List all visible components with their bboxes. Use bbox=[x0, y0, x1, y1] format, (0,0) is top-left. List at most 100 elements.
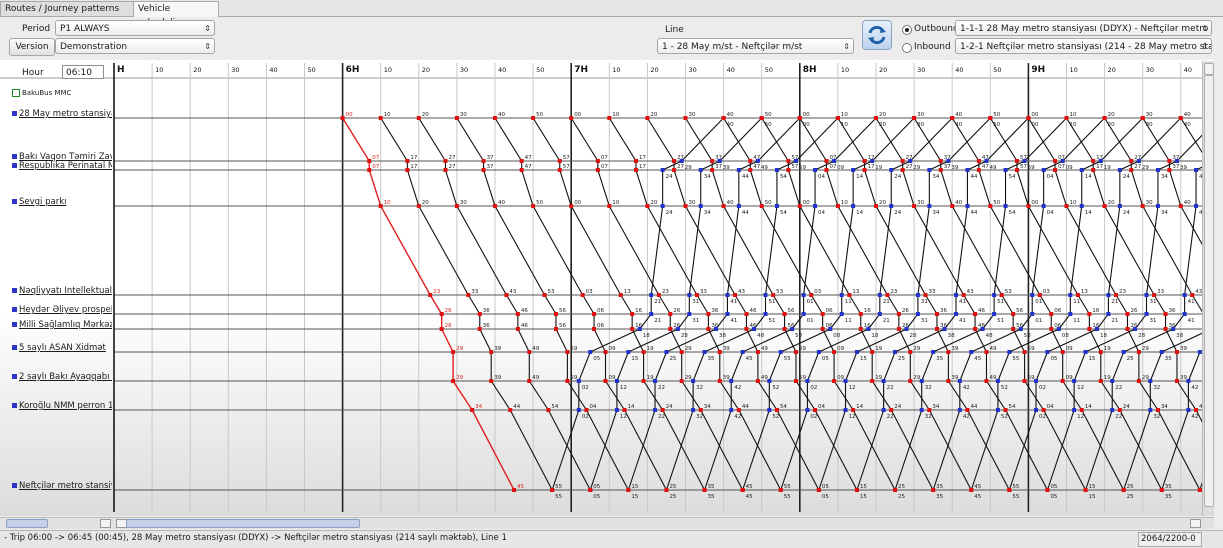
stop-time-marker bbox=[1064, 116, 1069, 120]
stop-time-label: 21 bbox=[1111, 299, 1118, 305]
stop-label[interactable]: Nəqliyyatı İntellektual İdarəetmə bbox=[12, 286, 112, 296]
inbound-pattern-select[interactable]: 1-2-1 Neftçilər metro stansiyası (214 - … bbox=[955, 38, 1212, 54]
stop-time-marker bbox=[1133, 327, 1138, 331]
minute-tick-label: 50 bbox=[308, 66, 316, 74]
stop-name: Milli Sağlamlıq Mərkəzi bbox=[19, 320, 112, 330]
scroll-left-button[interactable] bbox=[100, 519, 111, 528]
stop-time-label: 00 bbox=[1031, 122, 1038, 128]
outbound-trip-line[interactable] bbox=[342, 117, 515, 491]
stop-label[interactable]: Milli Sağlamlıq Mərkəzi bbox=[12, 320, 112, 330]
stop-time-label: 22 bbox=[658, 385, 665, 391]
refresh-button[interactable] bbox=[862, 20, 892, 50]
stop-label[interactable]: Heydər Əliyev prospekti bbox=[12, 305, 112, 315]
stop-time-marker bbox=[748, 159, 753, 163]
stop-time-marker bbox=[896, 327, 901, 331]
schedule-graph[interactable]: H 10 20 30 40 50 6H 10 20 30 40 50 7H 10 20 30 40 50 8H 10 2… bbox=[0, 60, 1214, 516]
stop-time-label: 44 bbox=[742, 404, 749, 410]
stop-time-label: 49 bbox=[989, 375, 996, 381]
stop-time-label: 11 bbox=[1073, 318, 1080, 324]
stop-time-marker bbox=[889, 168, 894, 172]
stop-time-marker bbox=[565, 379, 570, 383]
stop-time-label: 41 bbox=[730, 299, 737, 305]
hour-input[interactable]: 06:10 bbox=[62, 65, 104, 79]
horizontal-scroll-thumb[interactable] bbox=[126, 519, 360, 528]
outbound-trip-line[interactable] bbox=[494, 117, 667, 491]
stop-time-label: 36 bbox=[711, 308, 718, 314]
outbound-trip-line[interactable] bbox=[532, 117, 706, 491]
stop-time-marker bbox=[1072, 408, 1077, 412]
inbound-radio[interactable] bbox=[902, 43, 912, 53]
tab-vehicle-scheduling[interactable]: Vehicle scheduling bbox=[133, 1, 219, 28]
vertical-scrollbar[interactable] bbox=[1202, 61, 1214, 516]
stop-time-marker bbox=[1037, 293, 1042, 297]
stop-time-marker bbox=[1144, 312, 1149, 316]
stop-time-marker bbox=[630, 327, 635, 331]
stop-time-label: 40 bbox=[727, 122, 734, 128]
horizontal-scrollbar[interactable] bbox=[0, 517, 1214, 529]
stop-time-label: 31 bbox=[692, 299, 699, 305]
stop-time-marker bbox=[942, 327, 947, 331]
stop-time-marker bbox=[1053, 168, 1058, 172]
stop-time-marker bbox=[759, 116, 764, 120]
stop-time-marker bbox=[592, 312, 597, 316]
stop-time-label: 54 bbox=[780, 174, 787, 180]
stop-time-label: 25 bbox=[1127, 494, 1134, 500]
stop-label[interactable]: Sevgi parkı bbox=[12, 197, 112, 207]
line-select[interactable]: 1 - 28 May m/st - Neftçilər m/st ⇕ bbox=[657, 38, 854, 54]
stop-time-label: 27 bbox=[448, 164, 455, 170]
stop-time-label: 47 bbox=[982, 164, 989, 170]
stop-time-label: 00 bbox=[346, 112, 353, 118]
stop-time-label: 37 bbox=[487, 155, 494, 161]
stop-time-label: 34 bbox=[1161, 404, 1168, 410]
stop-time-marker bbox=[976, 168, 981, 172]
scroll-up-button[interactable] bbox=[1204, 63, 1214, 75]
stop-label[interactable]: Respublika Perinatal Mərkəzi bbox=[12, 161, 112, 171]
stop-time-marker bbox=[481, 159, 486, 163]
stop-time-label: 29 bbox=[456, 346, 463, 352]
stop-time-label: 07 bbox=[1058, 164, 1065, 170]
version-select[interactable]: Demonstration ⇕ bbox=[55, 38, 215, 54]
stop-time-marker bbox=[713, 327, 718, 331]
stop-time-label: 37 bbox=[487, 164, 494, 170]
stop-time-marker bbox=[858, 312, 863, 316]
stop-time-marker bbox=[1083, 488, 1088, 492]
stop-time-label: 31 bbox=[921, 318, 928, 324]
stop-time-marker bbox=[378, 116, 383, 120]
stop-time-label: 23 bbox=[662, 289, 669, 295]
stop-time-marker bbox=[893, 350, 898, 354]
stop-time-marker bbox=[588, 350, 593, 354]
stop-time-marker bbox=[995, 408, 1000, 412]
stop-time-label: 19 bbox=[1104, 346, 1111, 352]
stop-time-label: 59 bbox=[570, 346, 577, 352]
stop-time-marker bbox=[1186, 408, 1191, 412]
version-button[interactable]: Version bbox=[9, 38, 55, 56]
stop-label[interactable]: Koroğlu NMM perron 1 dayanacaq bbox=[12, 401, 112, 411]
refresh-icon bbox=[868, 25, 886, 45]
outbound-trip-line[interactable] bbox=[456, 117, 629, 491]
stop-time-label: 49 bbox=[989, 346, 996, 352]
stop-label[interactable]: 2 saylı Bakı Ayaqqabı Fabriki bbox=[12, 372, 112, 382]
stop-time-marker bbox=[660, 168, 665, 172]
left-scroll-thumb[interactable] bbox=[6, 519, 48, 528]
stop-time-marker bbox=[679, 379, 684, 383]
stop-time-marker bbox=[645, 116, 650, 120]
stop-time-marker bbox=[854, 350, 859, 354]
stop-time-label: 26 bbox=[673, 308, 680, 314]
stop-time-marker bbox=[1110, 379, 1115, 383]
tab-routes-journey-patterns[interactable]: Routes / Journey patterns bbox=[0, 1, 136, 16]
stop-time-label: 10 bbox=[1070, 122, 1077, 128]
outbound-trip-line[interactable] bbox=[418, 117, 591, 491]
stop-time-label: 20 bbox=[1108, 112, 1115, 118]
stop-time-marker bbox=[950, 116, 955, 120]
stop-label[interactable]: 5 saylı ASAN Xidmət bbox=[12, 343, 112, 353]
stop-time-label: 35 bbox=[1165, 484, 1172, 490]
outbound-trip-line[interactable] bbox=[380, 117, 553, 491]
stop-label[interactable]: Neftçilər metro stansiyası bbox=[12, 481, 112, 491]
stop-label[interactable]: 28 May metro stansiyası bbox=[12, 109, 112, 119]
outbound-radio[interactable] bbox=[902, 25, 912, 35]
period-select[interactable]: P1 ALWAYS ⇕ bbox=[55, 20, 215, 36]
scroll-right-button[interactable] bbox=[1190, 519, 1201, 528]
outbound-pattern-select[interactable]: 1-1-1 28 May metro stansiyası (DDYX) - N… bbox=[955, 20, 1212, 36]
stop-time-marker bbox=[367, 159, 372, 163]
vertical-scroll-thumb[interactable] bbox=[1204, 75, 1214, 507]
